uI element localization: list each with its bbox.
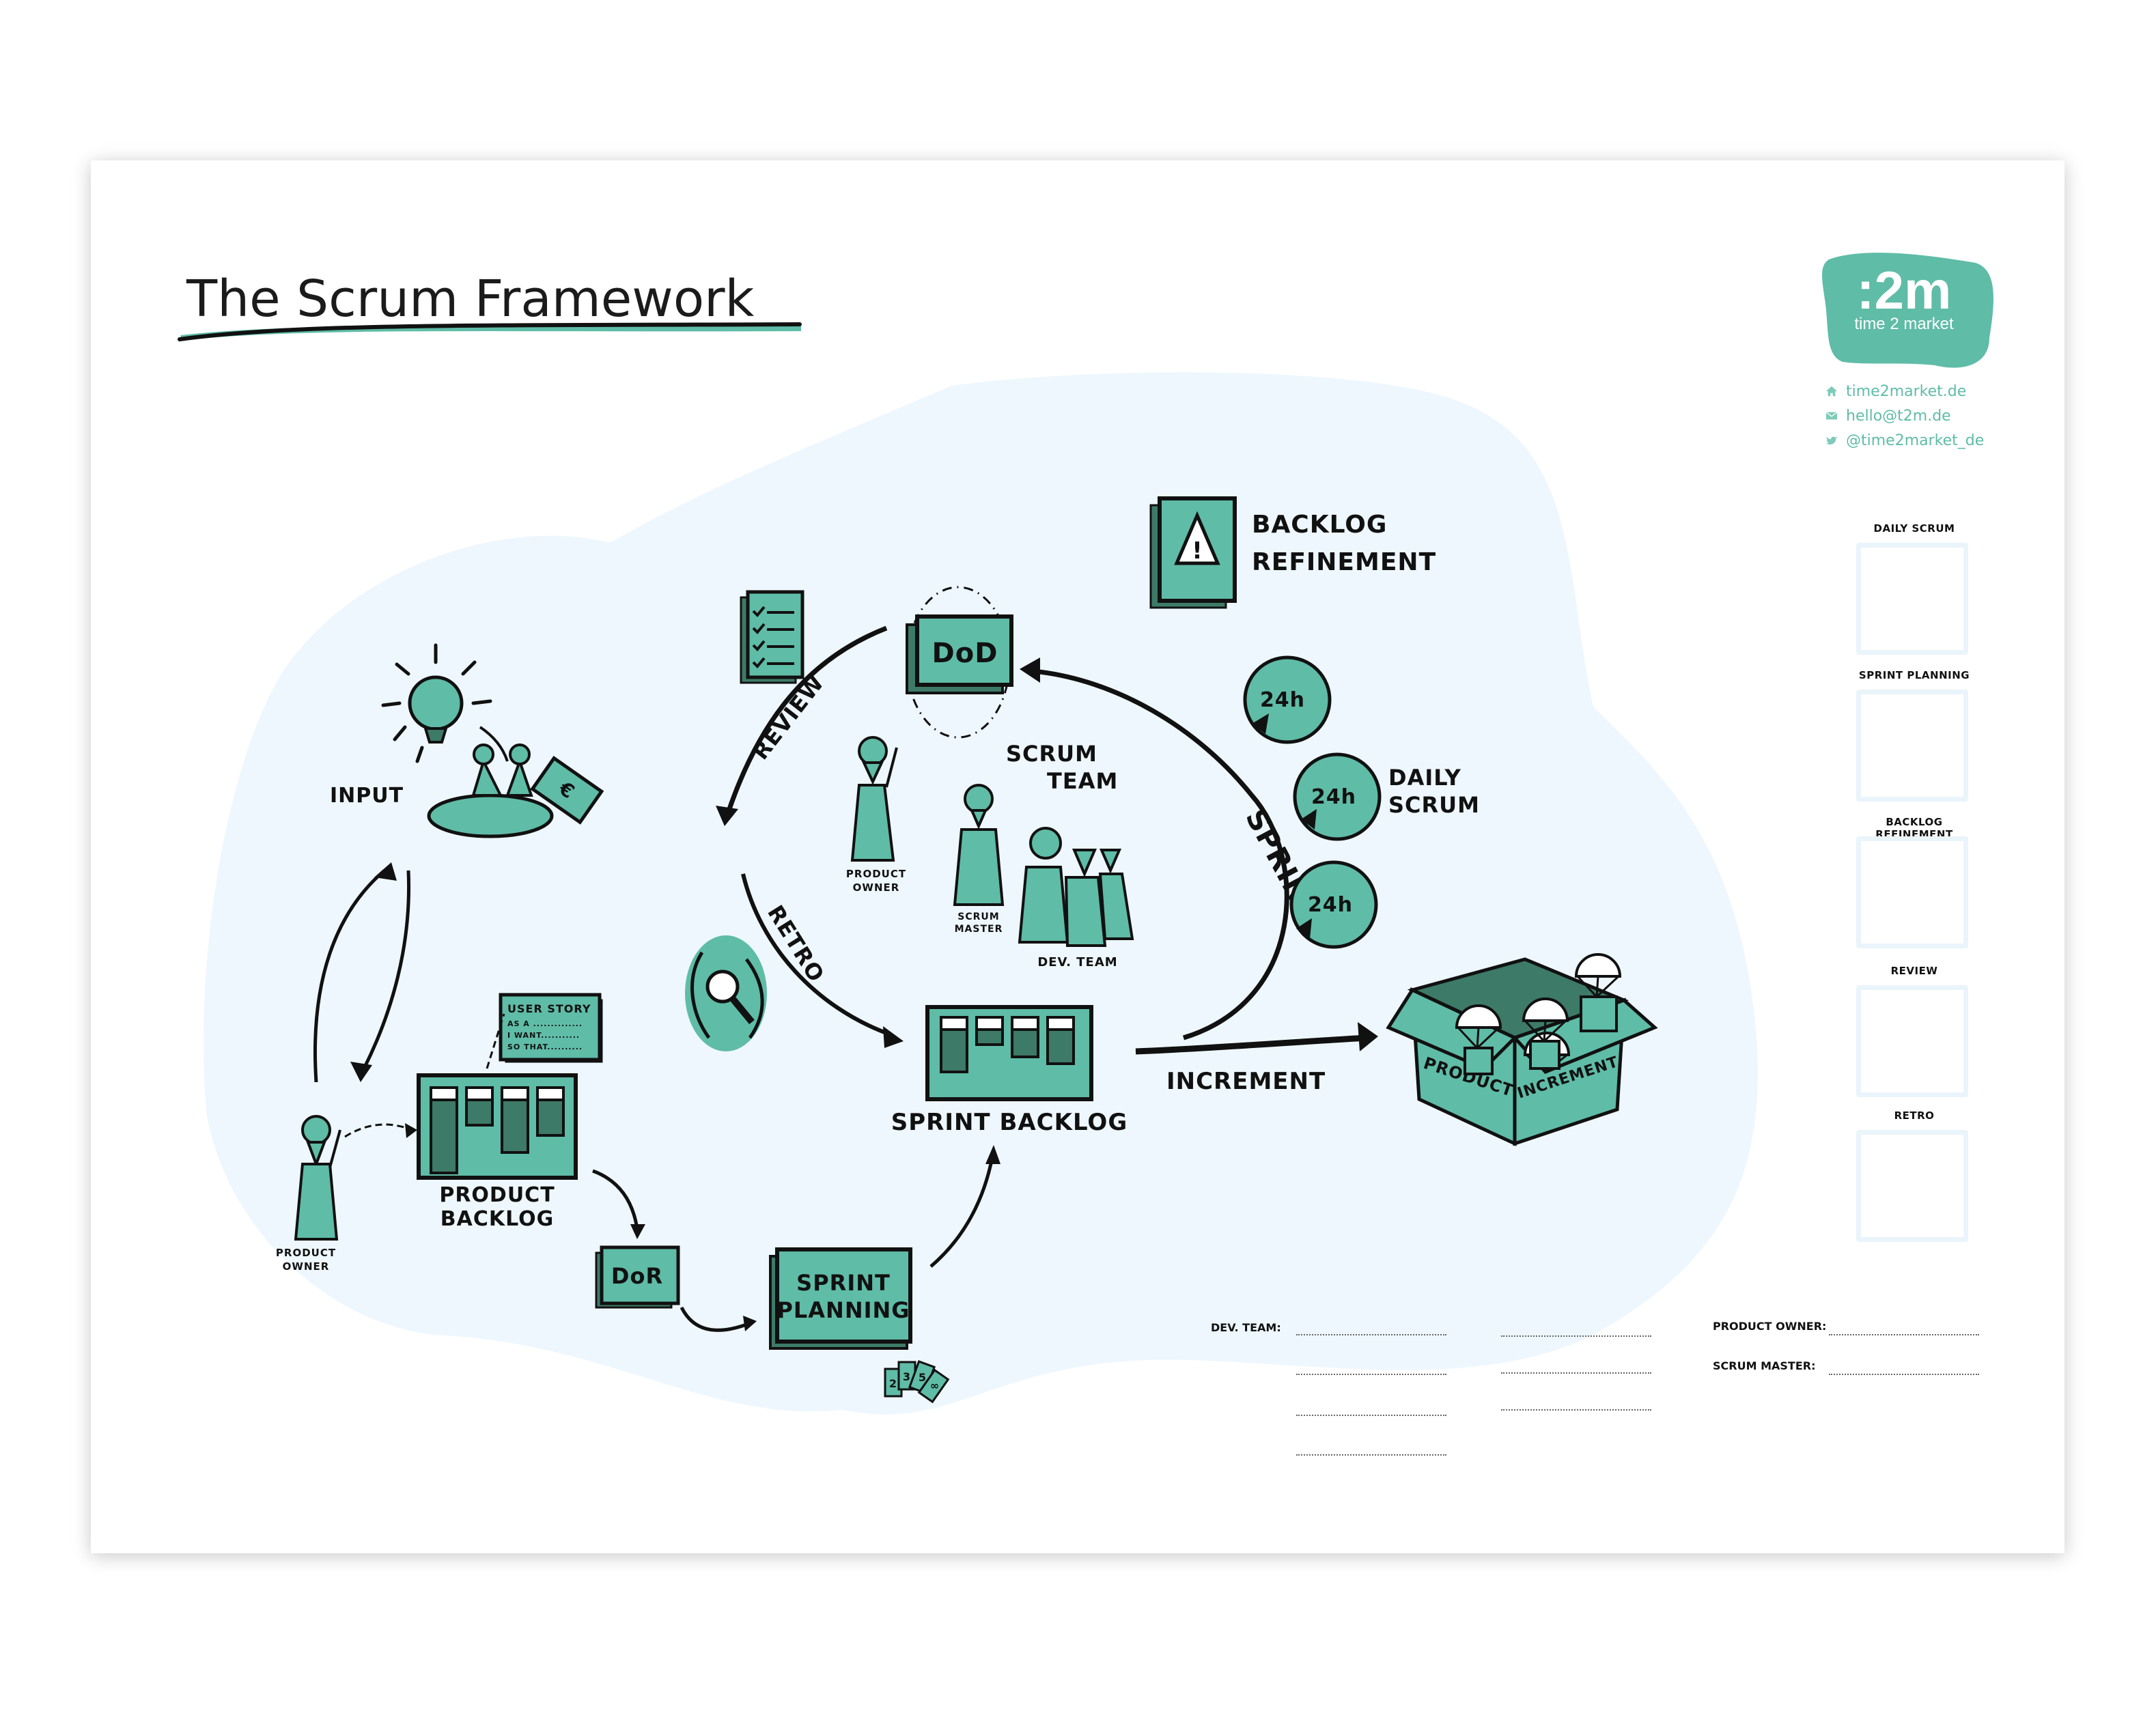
signature-dev-team-line-7[interactable] — [1501, 1408, 1651, 1411]
signature-scrum-master-line[interactable] — [1829, 1373, 1979, 1375]
mail-icon — [1825, 412, 1838, 420]
daily-cycle-2-label: 24h — [1311, 785, 1356, 809]
contact-website[interactable]: time2market.de — [1825, 379, 1984, 404]
product-backlog-board — [417, 1073, 578, 1180]
team-po-label-line2: OWNER — [853, 881, 900, 894]
poster-sheet: The Scrum Framework € INPUT PRODUCT OWNE… — [91, 160, 2064, 1553]
product-backlog-label-line2: BACKLOG — [440, 1207, 555, 1231]
signature-product-owner-line[interactable] — [1829, 1333, 1979, 1335]
backlog-refinement-label-line2: REFINEMENT — [1252, 548, 1436, 576]
signature-scrum-master-label: SCRUM MASTER: — [1713, 1359, 1816, 1372]
estimation-card-4: ∞ — [930, 1379, 940, 1392]
user-story-so-that: SO THAT.......... — [507, 1043, 583, 1051]
dod-label: DoD — [932, 638, 998, 669]
contact-website-text[interactable]: time2market.de — [1846, 383, 1966, 400]
signature-dev-team-line-6[interactable] — [1501, 1372, 1651, 1374]
contact-list: time2market.de hello@t2m.de @time2market… — [1825, 379, 1984, 453]
increment-label: INCREMENT — [1166, 1068, 1326, 1095]
sprint-planning-label-line1: SPRINT — [796, 1270, 891, 1296]
title-underline — [178, 322, 802, 341]
daily-scrum-label-line1: DAILY — [1388, 765, 1461, 791]
sidebar-box-retro[interactable] — [1856, 1130, 1968, 1242]
signature-dev-team-line-3[interactable] — [1296, 1414, 1446, 1416]
scrum-team-label-line1: SCRUM — [1006, 741, 1097, 767]
contact-email[interactable]: hello@t2m.de — [1825, 404, 1984, 428]
retro-magnifier-icon — [685, 935, 767, 1051]
daily-scrum-label-line2: SCRUM — [1388, 792, 1480, 818]
logo-sub-text: time 2 market — [1854, 315, 1954, 333]
contact-twitter[interactable]: @time2market_de — [1825, 428, 1984, 453]
sidebar-label-daily-scrum: Daily Scrum — [1873, 522, 1955, 535]
twitter-icon — [1825, 436, 1838, 445]
svg-text:!: ! — [1192, 537, 1203, 565]
contact-email-text[interactable]: hello@t2m.de — [1846, 408, 1951, 425]
logo-main-text: :2m — [1856, 260, 1952, 320]
home-icon — [1825, 386, 1838, 397]
dor-label: DoR — [611, 1263, 663, 1289]
signature-dev-team-label: DEV. TEAM: — [1211, 1321, 1281, 1334]
sidebar-label-retro: Retro — [1894, 1109, 1935, 1122]
sprint-backlog-label: SPRINT BACKLOG — [891, 1109, 1128, 1136]
sidebar-box-sprint-planning[interactable] — [1856, 690, 1968, 802]
scrum-team-label-line2: TEAM — [1047, 768, 1118, 794]
backlog-refinement-label-line1: BACKLOG — [1252, 511, 1387, 539]
team-sm-label-line1: SCRUM — [957, 911, 999, 922]
sidebar-box-backlog-refinement[interactable] — [1856, 836, 1968, 948]
team-sm-label-line2: MASTER — [955, 924, 1003, 935]
backlog-refinement-card: ! — [1149, 496, 1237, 609]
po-label-line2: OWNER — [283, 1260, 330, 1273]
sprint-planning-label-line2: PLANNING — [776, 1297, 910, 1323]
signature-product-owner-label: PRODUCT OWNER: — [1713, 1320, 1827, 1333]
estimation-card-2: 3 — [903, 1370, 911, 1383]
signature-dev-team-line-1[interactable] — [1296, 1333, 1446, 1335]
estimation-card-1: 2 — [889, 1377, 897, 1390]
user-story-i-want: I WANT........... — [507, 1031, 580, 1040]
sprint-backlog-board — [925, 1005, 1093, 1101]
brand-logo: :2m time 2 market — [1825, 263, 1983, 334]
user-story-title: USER STORY — [507, 1002, 591, 1015]
scrum-diagram-canvas: € INPUT PRODUCT OWNER USER STORY AS A ..… — [178, 253, 1993, 1415]
signature-dev-team-line-4[interactable] — [1296, 1454, 1446, 1456]
po-label-line1: PRODUCT — [276, 1247, 336, 1259]
signature-dev-team-line-5[interactable] — [1501, 1335, 1651, 1337]
daily-cycle-3-label: 24h — [1308, 893, 1353, 917]
input-label: INPUT — [330, 784, 404, 808]
sidebar-label-sprint-planning: Sprint Planning — [1858, 669, 1970, 681]
sidebar-box-review[interactable] — [1856, 985, 1968, 1097]
team-po-label-line1: PRODUCT — [846, 868, 906, 880]
sidebar-label-review: Review — [1890, 965, 1938, 977]
sidebar-box-daily-scrum[interactable] — [1856, 543, 1968, 655]
daily-cycle-1-label: 24h — [1260, 688, 1305, 712]
product-backlog-label-line1: PRODUCT — [439, 1183, 555, 1207]
checklist-icon — [740, 590, 804, 684]
signature-dev-team-line-2[interactable] — [1296, 1373, 1446, 1375]
user-story-as-a: AS A .............. — [507, 1019, 583, 1028]
team-dev-label: DEV. TEAM — [1037, 955, 1117, 969]
contact-twitter-text[interactable]: @time2market_de — [1846, 432, 1984, 449]
